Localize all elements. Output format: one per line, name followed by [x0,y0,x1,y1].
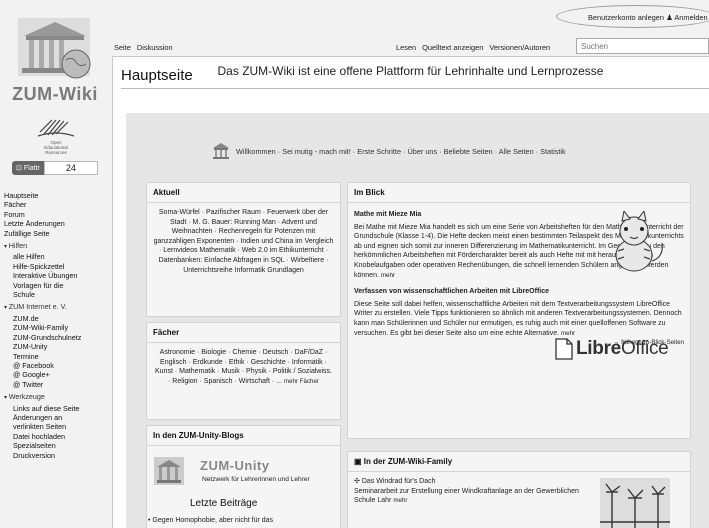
sidebar-item[interactable]: ZUM-Grundschulnetz [4,333,112,342]
family-title: ▣ In der ZUM-Wiki-Family [348,452,690,472]
sidebar-item[interactable]: Termine [4,352,112,361]
wind-title[interactable]: Das Windrad für's Dach [362,478,436,485]
libre-text: Diese Seite soll dabei helfen, wissensch… [354,300,682,337]
aktuell-title: Aktuell [147,183,340,203]
sidebar-section-heading[interactable]: Hilfen [4,241,112,252]
sidebar-item[interactable]: ZUM-Wiki-Family [4,323,112,332]
sidebar-item[interactable]: Druckversion [4,451,112,460]
faecher-more-link[interactable]: mehr Fächer [284,378,319,385]
sidebar-item[interactable]: alle Hilfen [4,252,112,261]
personal-tools: Benutzerkonto anlegen ♟ Anmelden [588,13,708,22]
sidebar-item[interactable]: Vorlagen für die [4,281,112,290]
view-tabs: Lesen Quelltext anzeigen Versionen/Autor… [396,43,550,52]
sidebar-item[interactable]: Zufällige Seite [4,229,112,238]
sidebar-item[interactable]: @ Google+ [4,370,112,379]
aktuell-box: Aktuell Soma-Würfel · Pazifischer Raum ·… [146,182,341,317]
logo-title: ZUM-Wiki [12,84,98,104]
sidebar-item[interactable]: Spezialseiten [4,441,112,450]
sidebar-item[interactable]: Änderungen an [4,413,112,422]
login-link[interactable]: Anmelden [674,13,707,22]
sidebar: ZUM-Wiki Open Educational Resources ⊡ Fl… [0,0,112,528]
sidebar-item[interactable]: @ Twitter [4,380,112,389]
libre-body: Diese Seite soll dabei helfen, wissensch… [354,300,684,338]
libre-more-link[interactable]: mehr [561,330,575,337]
document-icon [555,338,573,360]
sidebar-item[interactable]: Hilfe-Spickzettel [4,262,112,271]
imblick-title: Im Blick [348,183,690,203]
create-account-link[interactable]: Benutzerkonto anlegen [588,13,664,22]
unity-subtitle: Netzwerk für Lehrerinnen und Lehrer [202,476,310,483]
wind-more-link[interactable]: mehr [393,497,407,504]
flattr-count: 24 [43,161,98,175]
sidebar-item[interactable]: Schule [4,290,112,299]
faecher-title: Fächer [147,323,340,343]
tab-view-source[interactable]: Quelltext anzeigen [422,43,483,52]
faecher-box: Fächer Astronomie · Biologie · Chemie · … [146,322,341,420]
family-title-pre: In der [363,457,386,466]
sidebar-item[interactable]: Links auf diese Seite [4,404,112,413]
sidebar-section-heading[interactable]: ZUM Internet e. V. [4,302,112,313]
mathe-more-link[interactable]: mehr [381,272,395,279]
flattr-widget[interactable]: ⊡ Flattr 24 [12,161,98,175]
family-icon: ▣ [354,457,362,466]
sidebar-item[interactable]: ZUM-Unity [4,342,112,351]
wind-text: Seminararbeit zur Erstellung einer Windk… [354,487,579,505]
sidebar-item[interactable]: Fächer [4,200,112,209]
namespace-tabs: Seite Diskussion [114,43,173,52]
sidebar-item[interactable]: verlinkten Seiten [4,422,112,431]
family-title-link[interactable]: ZUM-Wiki-Family [388,457,452,466]
wind-title-row: ✣ Das Windrad für's Dach [354,477,600,487]
sidebar-nav: Hauptseite Fächer Forum Letzte Änderungen Zu… [4,191,112,460]
sidebar-item[interactable]: Forum [4,210,112,219]
search-input[interactable] [576,38,709,54]
aktuell-text[interactable]: Soma-Würfel · Pazifischer Raum · Feuerwe… [147,203,340,280]
flattr-icon: ⊡ [16,165,22,172]
tab-history[interactable]: Versionen/Autoren [489,43,550,52]
libreoffice-wordmark: LibreOffice [576,338,669,359]
svg-text:Resources: Resources [45,150,67,154]
libreoffice-logo: LibreOffice [555,338,669,360]
hero-links: Willkommen · Sei mutig - mach mit! · Ers… [212,142,566,160]
temple-globe-icon [18,18,91,79]
wind-body: Seminararbeit zur Erstellung einer Windk… [354,487,600,506]
sidebar-item[interactable]: @ Facebook [4,361,112,370]
tab-page[interactable]: Seite [114,43,131,52]
mathe-title[interactable]: Mathe mit Mieze Mia [354,210,620,220]
sidebar-item[interactable]: ZUM.de [4,314,112,323]
flattr-button[interactable]: ⊡ Flattr [12,161,44,175]
sidebar-item[interactable]: Datei hochladen [4,432,112,441]
blog-post-item[interactable]: • Gegen Homophobie, aber nicht für das [148,517,273,524]
title-divider [121,88,709,89]
libre-title[interactable]: Verfassen von wissenschaftlichen Arbeite… [354,287,554,297]
flattr-label: Flattr [23,164,40,172]
windmill-photo [600,478,670,528]
hero-title: Das ZUM-Wiki ist eine offene Plattform f… [217,64,604,78]
recent-posts-title: Letzte Beiträge [190,498,258,509]
unity-logo[interactable]: ZUM-Unity [200,458,270,473]
sidebar-item[interactable]: Interaktive Übungen [4,271,112,280]
sidebar-item[interactable]: Letzte Änderungen [4,219,112,228]
sidebar-section-heading[interactable]: Werkzeuge [4,392,112,403]
oer-icon: Open Educational Resources [37,119,75,155]
temple-small-icon [213,143,229,159]
blogs-title-pre: In den [153,431,177,440]
sidebar-item[interactable]: Hauptseite [4,191,112,200]
tab-read[interactable]: Lesen [396,43,416,52]
blogs-title-link[interactable]: ZUM-Unity-Blogs [179,431,244,440]
hero-links-text[interactable]: Willkommen · Sei mutig - mach mit! · Ers… [236,147,566,156]
blogs-title: In den ZUM-Unity-Blogs [147,426,340,446]
oer-logo[interactable]: Open Educational Resources [30,112,82,155]
windmill-small-icon: ✣ [354,478,360,485]
site-logo[interactable]: ZUM-Wiki [10,14,100,106]
cat-mascot-icon [615,211,663,272]
faecher-text: Astronomie · Biologie · Chemie · Deutsch… [147,343,340,391]
tab-discussion[interactable]: Diskussion [137,43,173,52]
zum-unity-temple-icon [154,457,184,485]
